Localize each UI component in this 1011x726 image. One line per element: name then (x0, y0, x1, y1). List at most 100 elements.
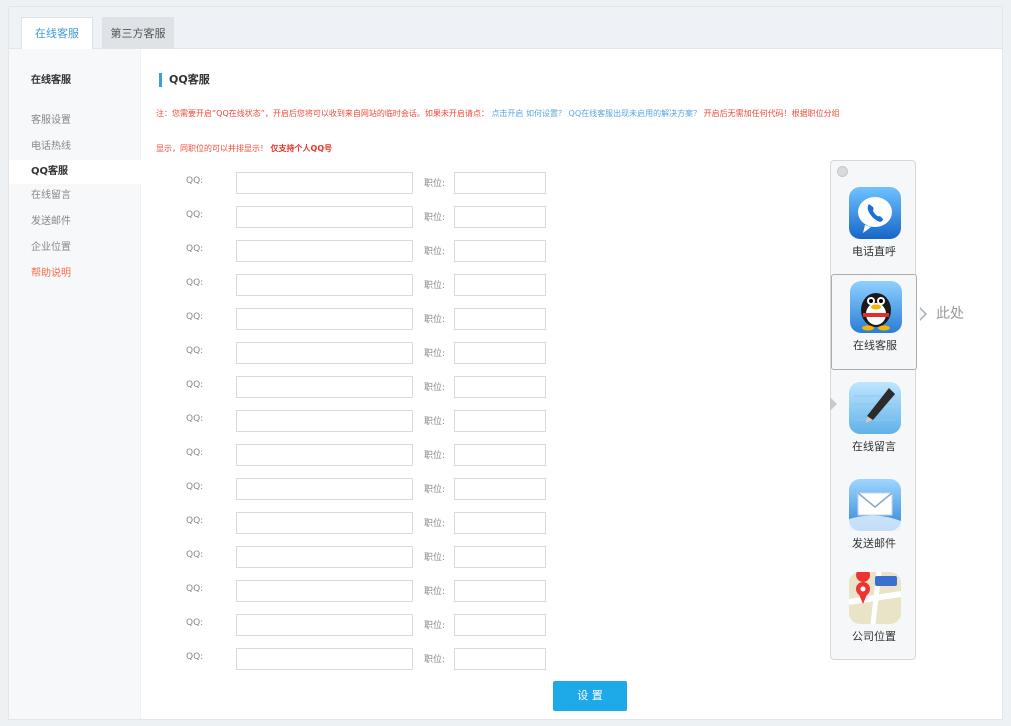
submit-button[interactable]: 设 置 (553, 681, 627, 711)
qq-number-input[interactable] (236, 206, 413, 228)
qq-row: QQ: 职位: (141, 410, 561, 432)
qq-row: QQ: 职位: (141, 580, 561, 602)
qq-label: QQ: (186, 380, 204, 390)
notice-line-1: 注：您需要开启“QQ在线状态”，开启后您将可以收到来自网站的临时会话。如果未开启… (156, 107, 992, 121)
qq-number-input[interactable] (236, 172, 413, 194)
sidebar-item-send-email[interactable]: 发送邮件 (9, 210, 141, 234)
sidebar-item-phone-hotline[interactable]: 电话热线 (9, 135, 141, 159)
qq-label: QQ: (186, 516, 204, 526)
qq-label: QQ: (186, 312, 204, 322)
position-label: 职位: (424, 587, 446, 597)
position-input[interactable] (454, 614, 546, 636)
qq-row: QQ: 职位: (141, 206, 561, 228)
notice-warning: 仅支持个人QQ号 (270, 144, 333, 153)
position-input[interactable] (454, 546, 546, 568)
position-input[interactable] (454, 172, 546, 194)
qq-row: QQ: 职位: (141, 444, 561, 466)
position-label: 职位: (424, 213, 446, 223)
position-input[interactable] (454, 206, 546, 228)
qq-label: QQ: (186, 448, 204, 458)
qq-row: QQ: 职位: (141, 512, 561, 534)
close-icon[interactable] (837, 166, 848, 177)
tab-online-service[interactable]: 在线客服 (21, 17, 93, 50)
widget-item-qq[interactable]: 在线客服 (831, 274, 917, 370)
position-label: 职位: (424, 179, 446, 189)
sidebar-header: 在线客服 (31, 75, 71, 86)
qq-label: QQ: (186, 618, 204, 628)
position-label: 职位: (424, 655, 446, 665)
notice-line-2: 显示，同职位的可以并排显示！ 仅支持个人QQ号 (156, 142, 992, 156)
qq-row: QQ: 职位: (141, 478, 561, 500)
qq-row: QQ: 职位: (141, 240, 561, 262)
widget-label-email: 发送邮件 (852, 537, 896, 550)
position-input[interactable] (454, 308, 546, 330)
qq-label: QQ: (186, 482, 204, 492)
position-input[interactable] (454, 342, 546, 364)
widget-item-message[interactable]: 在线留言 (831, 376, 917, 472)
phone-icon (849, 187, 901, 239)
qq-row: QQ: 职位: (141, 648, 561, 670)
notice-text-2: 开启后无需加任何代码！根据职位分组 (703, 109, 840, 118)
sidebar: 在线客服 客服设置 电话热线 QQ客服 在线留言 发送邮件 企业位置 帮助说明 (9, 49, 141, 719)
position-label: 职位: (424, 451, 446, 461)
mail-icon (849, 479, 901, 531)
qq-number-input[interactable] (236, 546, 413, 568)
qq-number-input[interactable] (236, 410, 413, 432)
position-label: 职位: (424, 383, 446, 393)
qq-number-input[interactable] (236, 240, 413, 262)
qq-number-input[interactable] (236, 274, 413, 296)
pen-icon (849, 382, 901, 434)
sidebar-item-online-message[interactable]: 在线留言 (9, 184, 141, 208)
qq-number-input[interactable] (236, 444, 413, 466)
sidebar-item-service-settings[interactable]: 客服设置 (9, 109, 141, 133)
floating-service-widget: 电话直呼 在线客服 在线留言 发送邮件 公司位置 (830, 160, 917, 662)
qq-label: QQ: (186, 652, 204, 662)
widget-item-location[interactable]: 公司位置 (831, 566, 917, 662)
tab-third-party-service[interactable]: 第三方客服 (102, 17, 174, 49)
qq-row: QQ: 职位: (141, 308, 561, 330)
widget-label-phone: 电话直呼 (852, 245, 896, 258)
solution-link[interactable]: QQ在线客服出现未启用的解决方案？ (569, 109, 702, 118)
qq-row: QQ: 职位: (141, 274, 561, 296)
position-input[interactable] (454, 478, 546, 500)
qq-label: QQ: (186, 550, 204, 560)
qq-number-input[interactable] (236, 478, 413, 500)
sidebar-item-qq-service[interactable]: QQ客服 (9, 160, 141, 184)
position-input[interactable] (454, 274, 546, 296)
position-input[interactable] (454, 410, 546, 432)
position-label: 职位: (424, 315, 446, 325)
map-icon (848, 568, 902, 625)
sidebar-item-help[interactable]: 帮助说明 (9, 262, 141, 286)
widget-label-location: 公司位置 (852, 630, 896, 643)
qq-row: QQ: 职位: (141, 172, 561, 194)
position-label: 职位: (424, 281, 446, 291)
qq-number-input[interactable] (236, 376, 413, 398)
position-input[interactable] (454, 512, 546, 534)
widget-label-qq: 在线客服 (853, 339, 897, 352)
qq-number-input[interactable] (236, 342, 413, 364)
tab-bar: 在线客服 第三方客服 (9, 7, 1002, 50)
position-input[interactable] (454, 648, 546, 670)
qq-label: QQ: (186, 414, 204, 424)
sidebar-item-company-location[interactable]: 企业位置 (9, 236, 141, 260)
qq-label: QQ: (186, 176, 204, 186)
position-input[interactable] (454, 240, 546, 262)
qq-number-input[interactable] (236, 512, 413, 534)
position-input[interactable] (454, 376, 546, 398)
widget-item-phone[interactable]: 电话直呼 (831, 181, 917, 277)
qq-label: QQ: (186, 346, 204, 356)
qq-row: QQ: 职位: (141, 546, 561, 568)
qq-number-input[interactable] (236, 614, 413, 636)
qq-penguin-icon (850, 281, 902, 333)
pointer-arrow-inner (919, 308, 925, 320)
position-label: 职位: (424, 519, 446, 529)
qq-label: QQ: (186, 584, 204, 594)
qq-number-input[interactable] (236, 580, 413, 602)
qq-number-input[interactable] (236, 648, 413, 670)
widget-item-email[interactable]: 发送邮件 (831, 473, 917, 569)
enable-link[interactable]: 点击开启 如何设置？ (491, 109, 566, 118)
position-input[interactable] (454, 580, 546, 602)
position-input[interactable] (454, 444, 546, 466)
qq-number-input[interactable] (236, 308, 413, 330)
position-label: 职位: (424, 417, 446, 427)
